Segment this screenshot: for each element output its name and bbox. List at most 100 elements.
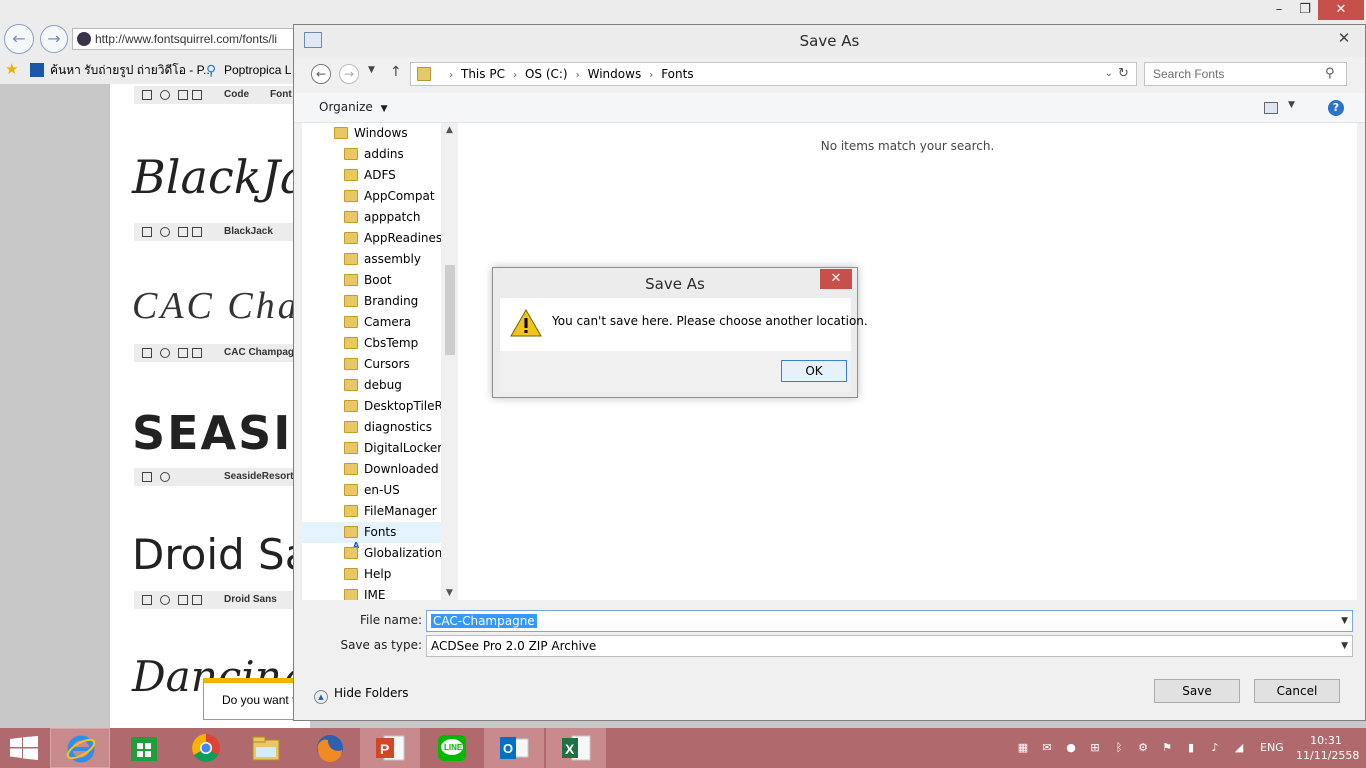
folder-icon <box>344 463 358 475</box>
web-icon <box>160 472 170 482</box>
address-breadcrumb[interactable]: › This PC › OS (C:) › Windows › Fonts ⌄ <box>410 62 1118 86</box>
taskbar-powerpoint[interactable]: P <box>360 728 420 768</box>
font-tool-row: CAC Champag <box>134 344 310 362</box>
font-name[interactable]: BlackJack <box>224 223 273 241</box>
cancel-button[interactable]: Cancel <box>1254 679 1340 703</box>
breadcrumb-drive[interactable]: OS (C:) <box>525 67 568 81</box>
taskbar-line[interactable]: LINE <box>422 728 482 768</box>
windows-tray-icon[interactable]: ⊞ <box>1088 741 1102 755</box>
scrollbar-thumb[interactable] <box>445 265 455 355</box>
desktop-icon <box>142 348 152 358</box>
taskbar-file-explorer[interactable] <box>236 728 296 768</box>
empty-message: No items match your search. <box>820 139 995 153</box>
hide-folders-button[interactable]: ▲ Hide Folders <box>314 685 409 704</box>
refresh-button[interactable]: ↻ <box>1111 62 1137 86</box>
font-tool-row: Code Font <box>134 86 310 104</box>
favorite-link-1[interactable]: ค้นหา รับถ่ายรูป ถ่ายวิดีโอ - P... <box>50 58 213 82</box>
address-bar[interactable]: http://www.fontsquirrel.com/fonts/li <box>72 28 302 50</box>
chevron-down-icon[interactable]: ▼ <box>1288 100 1295 110</box>
forward-button[interactable]: → <box>40 25 68 53</box>
font-preview[interactable]: SEASIDE <box>132 406 310 460</box>
outlook-tray-icon[interactable]: ✉ <box>1040 741 1054 755</box>
network-drive-icon[interactable]: ▦ <box>1016 741 1030 755</box>
error-close-button[interactable]: ✕ <box>820 269 852 289</box>
breadcrumb-this-pc[interactable]: This PC <box>461 67 505 81</box>
start-button[interactable] <box>0 728 50 768</box>
ebook-icon <box>178 348 188 358</box>
error-body: You can't save here. Please choose anoth… <box>500 298 868 351</box>
up-button[interactable]: ↑ <box>390 64 402 80</box>
tree-scrollbar[interactable]: ▲ ▼ <box>441 123 458 600</box>
battery-icon[interactable]: ▮ <box>1184 741 1198 755</box>
taskbar-excel[interactable]: X <box>546 728 606 768</box>
tree-item-fonts-selected[interactable]: A Fonts <box>302 522 441 550</box>
wifi-signal-icon[interactable]: ◢ <box>1232 741 1246 755</box>
settings-tray-icon[interactable]: ⚙ <box>1136 741 1150 755</box>
organize-label: Organize <box>319 100 373 114</box>
forward-button[interactable]: → <box>339 64 359 84</box>
save-type-select[interactable]: ACDSee Pro 2.0 ZIP Archive ▼ <box>426 635 1353 657</box>
taskbar-internet-explorer[interactable] <box>50 728 110 768</box>
restore-button[interactable]: ❐ <box>1292 0 1318 20</box>
font-preview[interactable]: CAC Champ <box>132 284 310 328</box>
scroll-up-icon[interactable]: ▲ <box>441 125 458 135</box>
line-tray-icon[interactable]: ● <box>1064 741 1078 755</box>
back-button[interactable]: ← <box>4 24 34 54</box>
recent-locations-dropdown[interactable]: ▼ <box>368 65 375 75</box>
save-button[interactable]: Save <box>1154 679 1240 703</box>
ok-button[interactable]: OK <box>781 360 847 382</box>
desktop-icon <box>142 90 152 100</box>
help-icon[interactable]: ? <box>1328 100 1344 116</box>
folder-icon <box>344 232 358 244</box>
file-name-field[interactable]: CAC-Champagne ▼ <box>426 610 1353 632</box>
scroll-down-icon[interactable]: ▼ <box>441 588 458 598</box>
favorites-star-icon[interactable]: ★ <box>5 58 18 82</box>
mobile-icon <box>192 90 202 100</box>
folder-icon <box>344 211 358 223</box>
chevron-down-icon[interactable]: ▼ <box>1341 611 1348 631</box>
favorite-link-2[interactable]: Poptropica L <box>224 58 291 82</box>
minimize-button[interactable]: – <box>1266 0 1292 20</box>
back-button[interactable]: ← <box>311 64 331 84</box>
volume-icon[interactable]: ♪ <box>1208 741 1222 755</box>
chevron-right-icon: › <box>512 70 517 81</box>
font-preview[interactable]: Droid Sa <box>132 530 310 579</box>
flag-icon[interactable]: ⚑ <box>1160 741 1174 755</box>
font-name[interactable]: CAC Champag <box>224 344 294 362</box>
clock[interactable]: 10:31 11/11/2558 <box>1296 733 1359 763</box>
organize-button[interactable]: Organize ▼ <box>319 100 388 114</box>
folder-icon <box>344 148 358 160</box>
language-indicator[interactable]: ENG <box>1260 741 1284 754</box>
taskbar-firefox[interactable] <box>300 728 360 768</box>
font-name[interactable]: SeasideResort <box>224 468 293 486</box>
folder-icon <box>334 127 348 139</box>
font-tag[interactable]: Font <box>270 86 292 104</box>
mobile-icon <box>192 348 202 358</box>
change-view-button[interactable] <box>1264 102 1278 114</box>
dialog-close-button[interactable]: ✕ <box>1331 27 1357 49</box>
font-name[interactable]: Droid Sans <box>224 591 277 609</box>
folder-icon <box>344 169 358 181</box>
taskbar-outlook[interactable]: O <box>484 728 544 768</box>
line-icon: LINE <box>438 735 466 761</box>
folder-tree: Windows addins ADFS AppCompat apppatch A… <box>302 123 457 600</box>
svg-text:P: P <box>380 741 389 757</box>
font-name[interactable]: Code <box>224 86 249 104</box>
bluetooth-icon[interactable]: ᛒ <box>1112 741 1126 755</box>
search-icon: ⚲ <box>1325 66 1335 81</box>
chevron-down-icon[interactable]: ▼ <box>1341 636 1348 656</box>
internet-explorer-icon <box>66 735 96 763</box>
font-preview[interactable]: BlackJack <box>132 150 310 204</box>
breadcrumb-fonts[interactable]: Fonts <box>661 67 693 81</box>
error-message: You can't save here. Please choose anoth… <box>552 314 868 328</box>
web-icon <box>160 348 170 358</box>
svg-text:LINE: LINE <box>444 743 463 752</box>
browser-close-button[interactable]: ✕ <box>1318 0 1364 20</box>
arrow-right-icon: → <box>47 29 61 48</box>
web-icon <box>160 90 170 100</box>
firefox-icon <box>317 735 343 762</box>
taskbar-store[interactable] <box>114 728 174 768</box>
taskbar-chrome[interactable] <box>176 728 236 768</box>
search-input[interactable] <box>1144 62 1347 86</box>
breadcrumb-windows[interactable]: Windows <box>588 67 642 81</box>
